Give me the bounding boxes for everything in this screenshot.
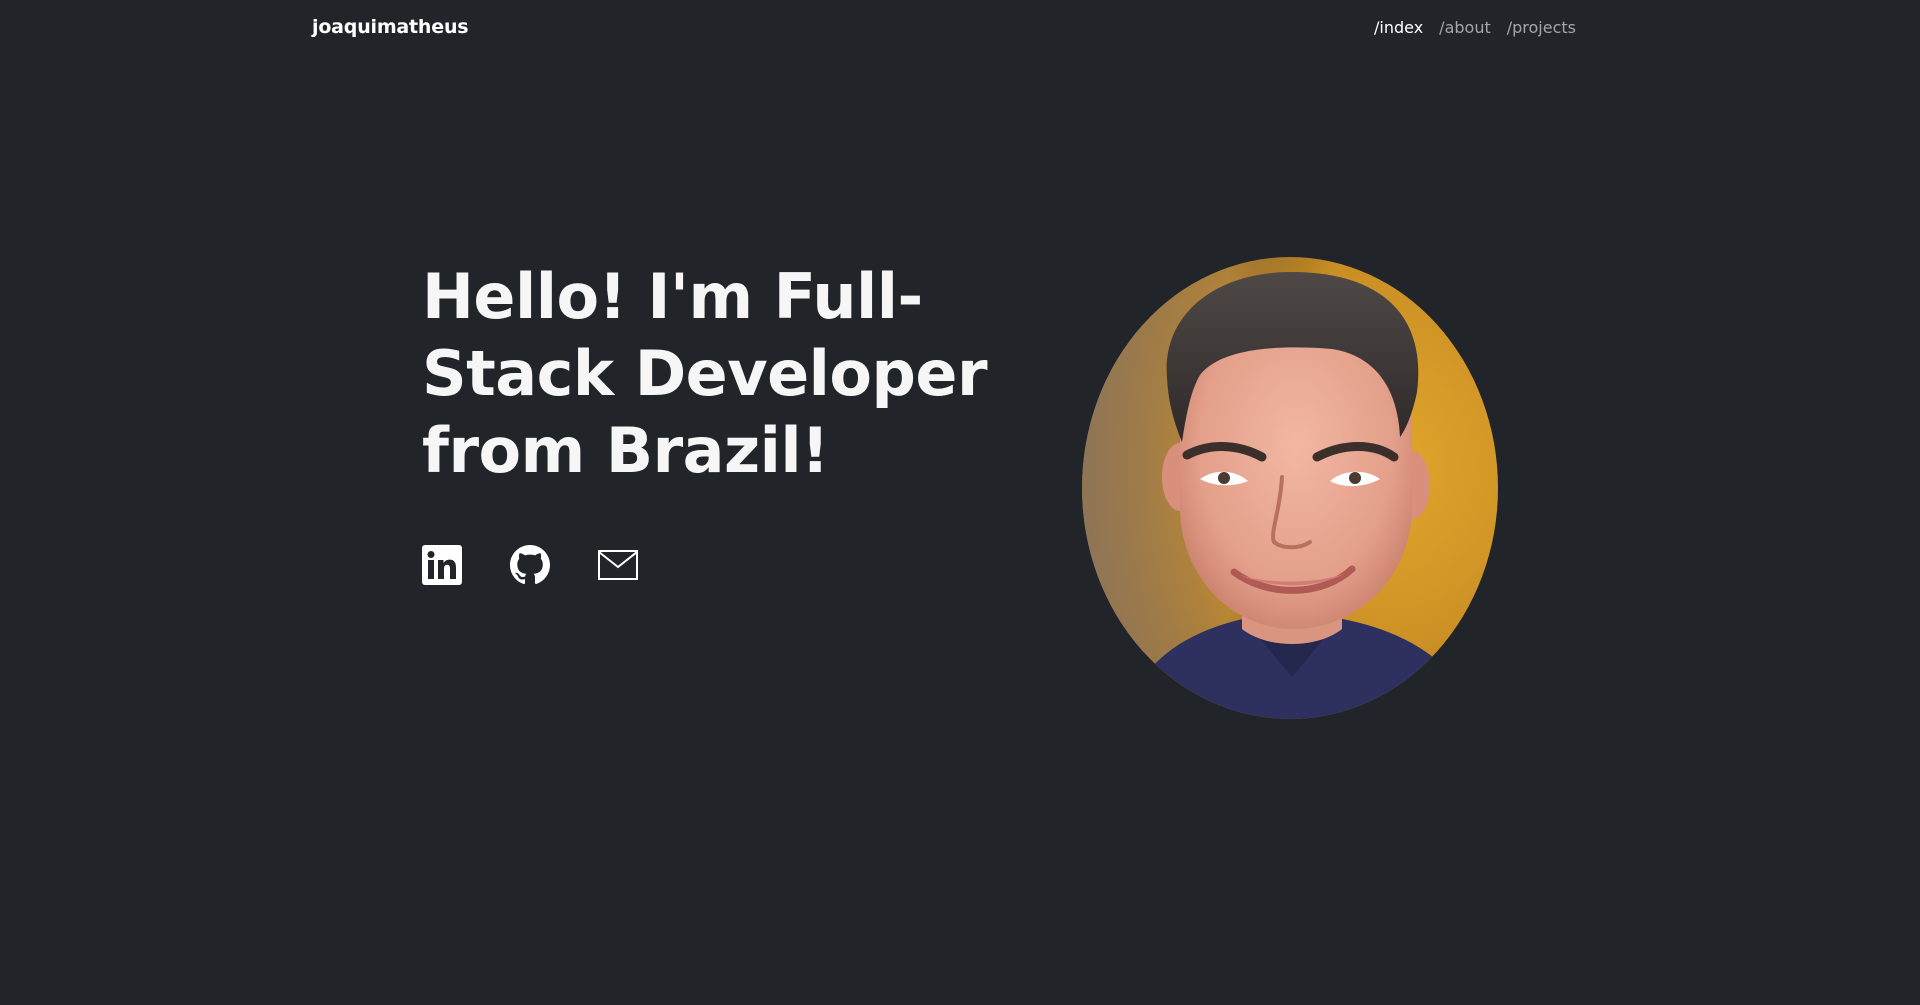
linkedin-link[interactable] bbox=[422, 545, 462, 585]
main-nav: /index /about /projects bbox=[1374, 18, 1576, 37]
portrait-illustration bbox=[1082, 257, 1498, 719]
nav-item-about[interactable]: /about bbox=[1439, 18, 1491, 37]
brand-logo-link[interactable]: joaquimatheus bbox=[312, 16, 469, 38]
nav-item-projects[interactable]: /projects bbox=[1507, 18, 1576, 37]
linkedin-icon bbox=[422, 545, 462, 585]
nav-item-index[interactable]: /index bbox=[1374, 18, 1423, 37]
profile-photo bbox=[1082, 257, 1498, 719]
hero-title: Hello! I'm Full-Stack Developer from Bra… bbox=[422, 260, 988, 487]
github-link[interactable] bbox=[510, 545, 550, 585]
email-link[interactable] bbox=[598, 545, 638, 585]
github-icon bbox=[510, 545, 550, 585]
page: joaquimatheus /index /about /projects He… bbox=[0, 0, 1920, 1005]
mail-icon bbox=[598, 550, 638, 580]
social-links bbox=[422, 545, 638, 585]
